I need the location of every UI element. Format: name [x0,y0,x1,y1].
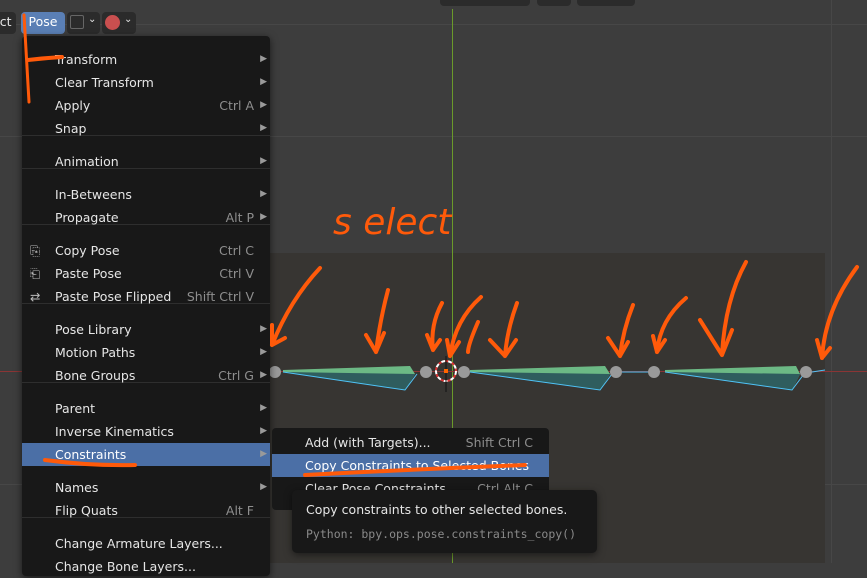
menu-item-change-bone-layers[interactable]: Change Bone Layers... [22,555,270,578]
menu-item-apply[interactable]: Apply Ctrl A ▶ [22,94,270,117]
shortcut-label: Ctrl C [219,243,254,258]
shortcut-label: Shift Ctrl V [186,289,254,304]
menu-item-change-armature-layers[interactable]: Change Armature Layers... [22,532,270,555]
submenu-arrow-icon: ▶ [260,403,267,413]
menu-item-animation[interactable]: Animation ▶ [22,150,270,173]
menu-item-parent[interactable]: Parent ▶ [22,397,270,420]
menu-item-constraints[interactable]: Constraints ▶ [22,443,270,466]
shortcut-label: Alt F [225,503,254,518]
menu-item-label: Motion Paths [55,345,136,360]
menu-item-in-betweens[interactable]: In-Betweens ▶ [22,183,270,206]
viewport-toolbar-button[interactable] [440,0,530,6]
menu-item-label: Animation [55,154,119,169]
menu-item-paste-pose[interactable]: ⎗ Paste Pose Ctrl V [22,262,270,285]
paste-icon: ⎗ [30,266,41,281]
tooltip: Copy constraints to other selected bones… [292,490,597,553]
falloff-icon [70,15,84,29]
menu-item-label: Propagate [55,210,119,225]
menu-item-add-with-targets[interactable]: Add (with Targets)... Shift Ctrl C [272,431,549,454]
submenu-arrow-icon: ▶ [260,449,267,459]
3d-cursor-icon [435,356,457,392]
menu-item-label: Copy Constraints to Selected Bones [305,458,530,473]
bone [283,366,415,390]
menu-item-copy-constraints-to-selected-bones[interactable]: Copy Constraints to Selected Bones [272,454,549,477]
submenu-arrow-icon: ▶ [260,347,267,357]
menu-item-label: Pose Library [55,322,132,337]
tooltip-python: Python: bpy.ops.pose.constraints_copy() [306,527,577,541]
menu-item-label: Inverse Kinematics [55,424,174,439]
menu-item-motion-paths[interactable]: Motion Paths ▶ [22,341,270,364]
bone [470,366,610,390]
pose-menu[interactable]: Pose [21,12,65,34]
menu-item-label: Snap [55,121,87,136]
menu-item-names[interactable]: Names ▶ [22,476,270,499]
submenu-arrow-icon: ▶ [260,54,267,64]
bone [665,366,800,390]
menu-item-label: Flip Quats [55,503,118,518]
menu-item-label: Constraints [55,447,127,462]
copy-icon: ⎘ [30,243,41,258]
submenu-arrow-icon: ▶ [260,212,267,222]
menu-item-copy-pose[interactable]: ⎘ Copy Pose Ctrl C [22,239,270,262]
menu-item-pose-library[interactable]: Pose Library ▶ [22,318,270,341]
proportional-edit-dropdown[interactable]: ⌄ [67,12,100,34]
menu-item-label: Parent [55,401,96,416]
menu-item-label: Clear Transform [55,75,154,90]
menu-item-propagate[interactable]: Propagate Alt P ▶ [22,206,270,229]
submenu-arrow-icon: ▶ [260,482,267,492]
menu-item-label: Paste Pose Flipped [55,289,172,304]
overlay-dropdown[interactable]: ⌄ [102,12,136,34]
paste-flipped-icon: ⇄ [30,289,41,304]
menu-item-label: Change Bone Layers... [55,559,196,574]
menu-item-bone-groups[interactable]: Bone Groups Ctrl G ▶ [22,364,270,387]
submenu-arrow-icon: ▶ [260,156,267,166]
select-menu[interactable]: ect [0,12,16,34]
menu-item-label: Names [55,480,99,495]
chevron-down-icon: ⌄ [124,14,133,25]
overlay-icon [105,15,120,30]
menu-item-transform[interactable]: Transform ▶ [22,48,270,71]
viewport-toolbar-button[interactable] [537,0,571,6]
menu-item-label: Add (with Targets)... [305,435,431,450]
pose-menu-dropdown: Transform ▶ Clear Transform ▶ Apply Ctrl A ▶ Sn… [22,36,270,576]
menu-item-flip-quats[interactable]: Flip Quats Alt F [22,499,270,522]
menu-item-paste-pose-flipped[interactable]: ⇄ Paste Pose Flipped Shift Ctrl V [22,285,270,308]
submenu-arrow-icon: ▶ [260,123,267,133]
header-bar: ect Pose ⌄ ⌄ [0,0,867,34]
tooltip-description: Copy constraints to other selected bones… [306,502,568,517]
menu-item-label: Change Armature Layers... [55,536,223,551]
submenu-arrow-icon: ▶ [260,370,267,380]
chevron-down-icon: ⌄ [88,14,97,25]
submenu-arrow-icon: ▶ [260,426,267,436]
menu-item-label: Copy Pose [55,243,120,258]
menu-item-snap[interactable]: Snap ▶ [22,117,270,140]
shortcut-label: Shift Ctrl C [465,435,533,450]
submenu-arrow-icon: ▶ [260,100,267,110]
menu-item-clear-transform[interactable]: Clear Transform ▶ [22,71,270,94]
shortcut-label: Ctrl A [219,98,254,113]
viewport-toolbar-button[interactable] [577,0,635,6]
submenu-arrow-icon: ▶ [260,189,267,199]
menu-item-label: In-Betweens [55,187,132,202]
shortcut-label: Ctrl V [219,266,254,281]
menu-item-label: Transform [55,52,118,67]
shortcut-label: Ctrl G [218,368,254,383]
menu-item-label: Apply [55,98,91,113]
menu-item-label: Paste Pose [55,266,122,281]
menu-item-label: Bone Groups [55,368,136,383]
submenu-arrow-icon: ▶ [260,324,267,334]
shortcut-label: Alt P [225,210,254,225]
menu-item-inverse-kinematics[interactable]: Inverse Kinematics ▶ [22,420,270,443]
submenu-arrow-icon: ▶ [260,77,267,87]
